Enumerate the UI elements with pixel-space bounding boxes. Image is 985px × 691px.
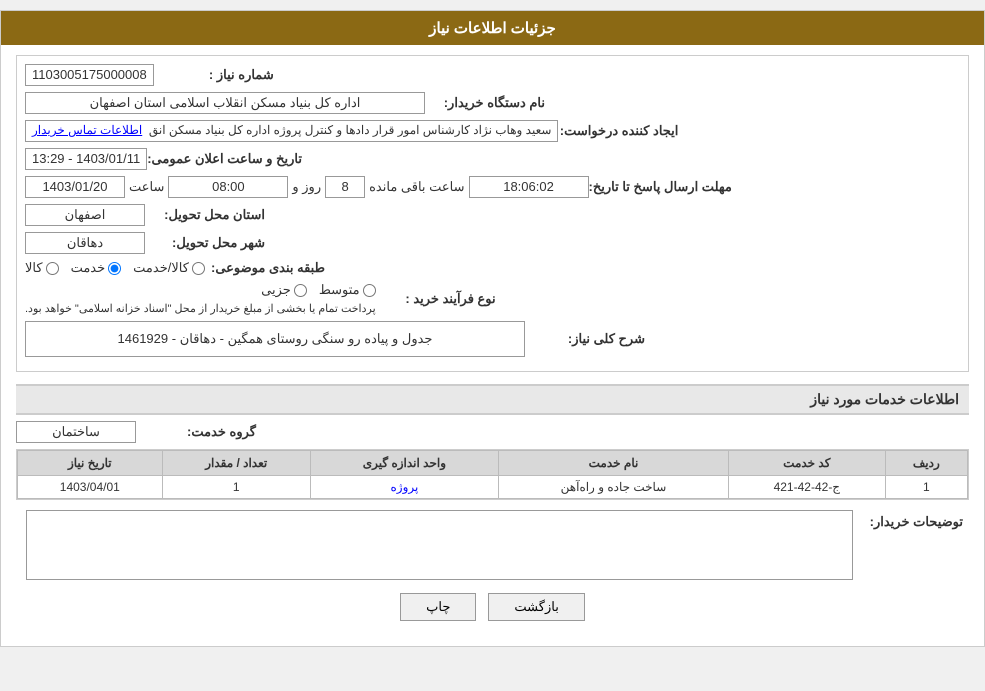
need-number-label: شماره نیاز : xyxy=(154,67,274,83)
time-value: 08:00 xyxy=(168,176,288,198)
purchase-type-label: نوع فرآیند خرید : xyxy=(376,291,496,307)
description-label: شرح کلی نیاز: xyxy=(525,331,645,347)
subject-goods-radio[interactable] xyxy=(46,262,59,275)
col-quantity: تعداد / مقدار xyxy=(162,451,310,476)
subject-label: طبقه بندی موضوعی: xyxy=(205,260,325,276)
delivery-province-label: استان محل تحویل: xyxy=(145,207,265,223)
buyer-notes-content xyxy=(26,510,853,583)
description-row: شرح کلی نیاز: جدول و پیاده رو سنگی روستا… xyxy=(25,321,960,357)
contact-info-link[interactable]: اطلاعات تماس خریدار xyxy=(32,123,142,137)
response-deadline-label: مهلت ارسال پاسخ تا تاریخ: xyxy=(589,179,732,195)
buyer-notes-label: توضیحات خریدار: xyxy=(853,510,963,530)
page-container: جزئیات اطلاعات نیاز شماره نیاز : 1103005… xyxy=(0,10,985,647)
buyer-org-label: نام دستگاه خریدار: xyxy=(425,95,545,111)
cell-service-code: ج-42-42-421 xyxy=(729,476,886,499)
remaining-label: ساعت باقی مانده xyxy=(369,179,464,195)
purchase-notice: پرداخت تمام یا بخشی از مبلغ خریدار از مح… xyxy=(25,302,376,315)
purchase-type-content: متوسط جزیی پرداخت تمام یا بخشی از مبلغ خ… xyxy=(25,282,376,315)
delivery-city-label: شهر محل تحویل: xyxy=(145,235,265,251)
services-table-section: ردیف کد خدمت نام خدمت واحد اندازه گیری ت… xyxy=(16,449,969,500)
buyer-notes-row: توضیحات خریدار: xyxy=(16,510,969,583)
col-service-code: کد خدمت xyxy=(729,451,886,476)
purchase-partial-label: جزیی xyxy=(261,282,291,298)
page-header: جزئیات اطلاعات نیاز xyxy=(1,11,984,45)
col-service-name: نام خدمت xyxy=(498,451,728,476)
purchase-type-radio-group: متوسط جزیی xyxy=(261,282,376,298)
subject-row: طبقه بندی موضوعی: کالا/خدمت خدمت کالا xyxy=(25,260,960,276)
requester-label: ایجاد کننده درخواست: xyxy=(558,123,678,139)
delivery-city-row: شهر محل تحویل: دهاقان xyxy=(25,232,960,254)
cell-service-name: ساخت جاده و راه‌آهن xyxy=(498,476,728,499)
time-label: ساعت xyxy=(129,179,164,195)
purchase-type-row: نوع فرآیند خرید : متوسط جزیی پرداخت تمام… xyxy=(25,282,960,315)
service-group-value: ساختمان xyxy=(16,421,136,443)
col-row-num: ردیف xyxy=(885,451,967,476)
service-group-row: گروه خدمت: ساختمان xyxy=(16,421,969,443)
service-group-label: گروه خدمت: xyxy=(136,424,256,440)
cell-unit: پروژه xyxy=(310,476,498,499)
remaining-time-value: 18:06:02 xyxy=(469,176,589,198)
date-row: تاریخ و ساعت اعلان عمومی: 1403/01/11 - 1… xyxy=(25,148,960,170)
subject-service: خدمت xyxy=(71,260,122,276)
subject-goods-label: کالا xyxy=(25,260,43,276)
subject-goods-service-label: کالا/خدمت xyxy=(133,260,189,276)
buyer-org-value: اداره کل بنیاد مسکن انقلاب اسلامی استان … xyxy=(25,92,425,114)
delivery-city-value: دهاقان xyxy=(25,232,145,254)
services-table: ردیف کد خدمت نام خدمت واحد اندازه گیری ت… xyxy=(17,450,968,499)
subject-goods-service: کالا/خدمت xyxy=(133,260,205,276)
purchase-medium: متوسط xyxy=(319,282,376,298)
page-title: جزئیات اطلاعات نیاز xyxy=(429,20,556,37)
requester-row: ایجاد کننده درخواست: سعید وهاب نژاد کارش… xyxy=(25,120,960,142)
main-info-section: شماره نیاز : 1103005175000008 نام دستگاه… xyxy=(16,55,969,372)
purchase-partial-radio[interactable] xyxy=(294,284,307,297)
need-number-value: 1103005175000008 xyxy=(25,64,154,86)
response-deadline-fields: 18:06:02 ساعت باقی مانده 8 روز و 08:00 س… xyxy=(25,176,589,198)
response-deadline-row: مهلت ارسال پاسخ تا تاریخ: 18:06:02 ساعت … xyxy=(25,176,960,198)
purchase-medium-radio[interactable] xyxy=(363,284,376,297)
date-label: تاریخ و ساعت اعلان عمومی: xyxy=(147,151,302,167)
response-date-value: 1403/01/20 xyxy=(25,176,125,198)
table-row: 1 ج-42-42-421 ساخت جاده و راه‌آهن پروژه … xyxy=(18,476,968,499)
buyer-org-row: نام دستگاه خریدار: اداره کل بنیاد مسکن ا… xyxy=(25,92,960,114)
col-need-date: تاریخ نیاز xyxy=(18,451,163,476)
days-label: روز و xyxy=(292,179,321,195)
purchase-medium-label: متوسط xyxy=(319,282,360,298)
print-button[interactable]: چاپ xyxy=(400,593,476,621)
requester-value: سعید وهاب نژاد کارشناس امور قرار دادها و… xyxy=(25,120,558,142)
cell-quantity: 1 xyxy=(162,476,310,499)
cell-need-date: 1403/04/01 xyxy=(18,476,163,499)
buyer-notes-textarea[interactable] xyxy=(26,510,853,580)
purchase-partial: جزیی xyxy=(261,282,307,298)
days-value: 8 xyxy=(325,176,365,198)
date-value: 1403/01/11 - 13:29 xyxy=(25,148,147,170)
subject-goods: کالا xyxy=(25,260,59,276)
need-number-row: شماره نیاز : 1103005175000008 xyxy=(25,64,960,86)
buttons-row: بازگشت چاپ xyxy=(16,593,969,621)
col-unit: واحد اندازه گیری xyxy=(310,451,498,476)
subject-service-radio[interactable] xyxy=(108,262,121,275)
cell-row-num: 1 xyxy=(885,476,967,499)
delivery-province-row: استان محل تحویل: اصفهان xyxy=(25,204,960,226)
back-button[interactable]: بازگشت xyxy=(488,593,584,621)
subject-service-label: خدمت xyxy=(71,260,106,276)
subject-goods-service-radio[interactable] xyxy=(192,262,205,275)
description-value: جدول و پیاده رو سنگی روستای همگین - دهاق… xyxy=(25,321,525,357)
service-section-title: اطلاعات خدمات مورد نیاز xyxy=(16,384,969,415)
content-area: شماره نیاز : 1103005175000008 نام دستگاه… xyxy=(1,45,984,646)
delivery-province-value: اصفهان xyxy=(25,204,145,226)
subject-radio-group: کالا/خدمت خدمت کالا xyxy=(25,260,205,276)
